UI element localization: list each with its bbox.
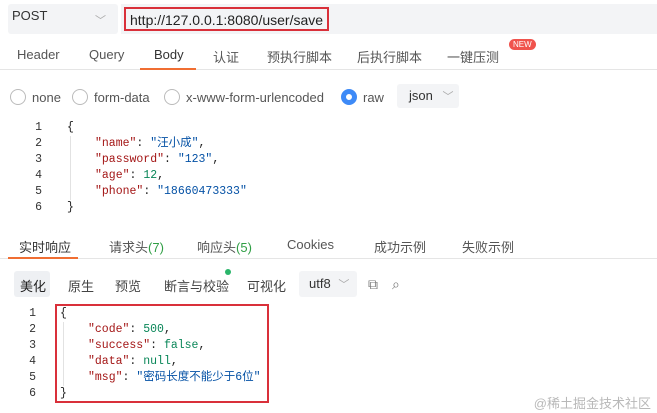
tab-request-headers[interactable]: 请求头(7) xyxy=(109,237,164,256)
json-comma: , xyxy=(157,169,165,182)
json-key: "age" xyxy=(95,169,130,182)
radio-circle-icon[interactable] xyxy=(72,89,88,105)
request-body-editor[interactable]: 1 2 3 4 5 6 { "name": "汪小成", "password":… xyxy=(0,118,657,218)
tab-post-script[interactable]: 后执行脚本 xyxy=(357,47,422,66)
preview-button[interactable]: 预览 xyxy=(115,271,141,297)
tab-success-example[interactable]: 成功示例 xyxy=(374,237,426,256)
method-label: POST xyxy=(12,8,48,23)
radio-raw-label: raw xyxy=(363,89,384,105)
radio-circle-icon[interactable] xyxy=(10,89,26,105)
response-highlight-box xyxy=(55,304,269,403)
json-comma: , xyxy=(212,153,220,166)
code-line: "phone": "18660473333" xyxy=(95,185,247,198)
radio-urlencoded-label: x-www-form-urlencoded xyxy=(186,89,324,105)
radio-none-label: none xyxy=(32,89,61,105)
request-headers-count: (7) xyxy=(148,240,164,255)
new-badge: NEW xyxy=(509,39,536,50)
chevron-down-icon: ﹀ xyxy=(442,91,454,103)
chevron-down-icon: ﹀ xyxy=(338,279,350,291)
json-comma: , xyxy=(198,137,206,150)
line-number: 2 xyxy=(29,323,36,336)
tab-body[interactable]: Body xyxy=(154,47,184,62)
assertion-button[interactable]: 断言与校验 xyxy=(164,271,229,297)
response-tabs: 实时响应 请求头(7) 响应头(5) Cookies 成功示例 失败示例 xyxy=(0,231,657,259)
json-value: "123" xyxy=(177,153,213,166)
raw-view-button[interactable]: 原生 xyxy=(68,271,94,297)
tab-auth[interactable]: 认证 xyxy=(213,47,239,66)
format-select-value: json xyxy=(409,88,433,103)
visualize-button[interactable]: 可视化 xyxy=(247,271,286,297)
encoding-select-value: utf8 xyxy=(309,276,331,291)
radio-circle-icon[interactable] xyxy=(164,89,180,105)
line-number: 4 xyxy=(35,169,42,182)
watermark: @稀土掘金技术社区 xyxy=(533,396,651,411)
code-line: } xyxy=(67,200,74,216)
radio-form-data-label: form-data xyxy=(94,89,150,105)
code-line: "password": "123", xyxy=(95,153,220,166)
request-tabs: Header Query Body 认证 预执行脚本 后执行脚本 一键压测 NE… xyxy=(0,39,657,70)
line-number: 3 xyxy=(29,339,36,352)
radio-form-data[interactable]: form-data xyxy=(72,89,150,105)
tab-cookies[interactable]: Cookies xyxy=(287,237,334,252)
json-brace: } xyxy=(67,201,74,214)
code-line: { xyxy=(67,120,74,136)
json-value: "18660473333" xyxy=(157,185,247,198)
tab-fail-example[interactable]: 失败示例 xyxy=(462,237,514,256)
tab-stress-test[interactable]: 一键压测 xyxy=(447,47,499,66)
json-key: "phone" xyxy=(95,185,144,198)
search-icon[interactable]: ⌕ xyxy=(392,276,400,293)
url-input[interactable]: http://127.0.0.1:8080/user/save xyxy=(124,7,330,31)
assertion-status-dot xyxy=(225,269,231,275)
json-value: "汪小成" xyxy=(150,137,199,150)
tab-request-headers-label: 请求头 xyxy=(109,240,149,255)
radio-none[interactable]: none xyxy=(10,89,61,105)
tab-query[interactable]: Query xyxy=(89,47,124,62)
beautify-button[interactable]: 美化 xyxy=(14,271,50,297)
line-number: 6 xyxy=(29,387,36,400)
tab-header[interactable]: Header xyxy=(17,47,60,62)
code-line: "name": "汪小成", xyxy=(95,137,206,150)
json-brace: { xyxy=(67,121,74,134)
json-value: 12 xyxy=(143,169,158,182)
radio-urlencoded[interactable]: x-www-form-urlencoded xyxy=(164,89,324,105)
tab-response-headers[interactable]: 响应头(5) xyxy=(197,237,252,256)
active-tab-indicator xyxy=(140,68,196,70)
code-line: "age": 12, xyxy=(95,169,165,182)
line-number: 1 xyxy=(35,121,42,134)
radio-raw[interactable]: raw xyxy=(341,89,384,105)
body-type-options: none form-data x-www-form-urlencoded raw xyxy=(0,84,657,112)
response-headers-count: (5) xyxy=(236,240,252,255)
format-select[interactable]: json ﹀ xyxy=(397,84,459,108)
indent-guide xyxy=(70,136,71,200)
radio-checked-icon[interactable] xyxy=(341,89,357,105)
method-chevron-down-icon[interactable]: ﹀ xyxy=(95,12,106,28)
line-number: 1 xyxy=(29,307,36,320)
json-key: "name" xyxy=(95,137,137,150)
tab-realtime-response[interactable]: 实时响应 xyxy=(19,237,71,256)
line-number: 2 xyxy=(35,137,42,150)
line-number: 6 xyxy=(35,201,42,214)
tab-pre-script[interactable]: 预执行脚本 xyxy=(267,47,332,66)
json-key: "password" xyxy=(95,153,165,166)
line-number: 5 xyxy=(35,185,42,198)
copy-icon[interactable]: ⧉ xyxy=(368,276,378,293)
line-number: 3 xyxy=(35,153,42,166)
line-number: 4 xyxy=(29,355,36,368)
tab-response-headers-label: 响应头 xyxy=(197,240,237,255)
active-tab-indicator xyxy=(8,257,78,259)
encoding-select[interactable]: utf8 ﹀ xyxy=(299,271,357,297)
line-number: 5 xyxy=(29,371,36,384)
